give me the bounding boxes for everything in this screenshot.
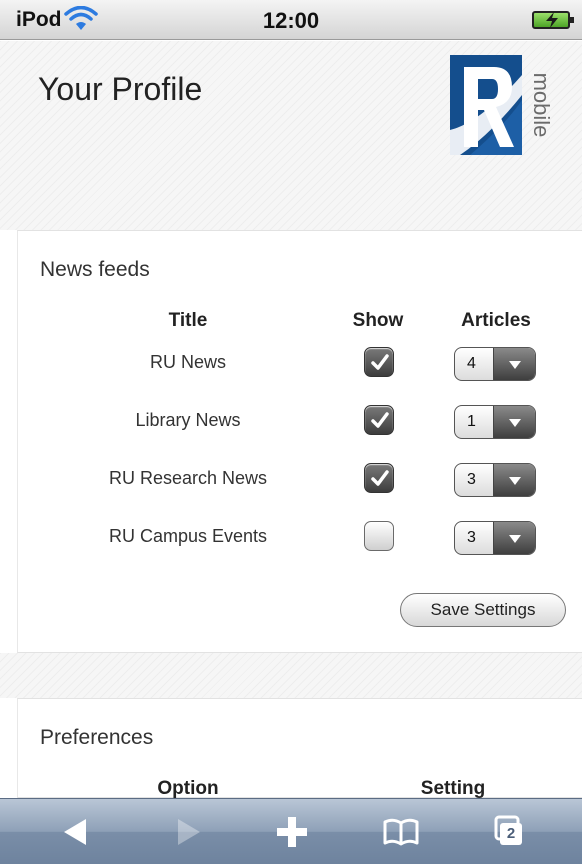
column-header-show: Show — [352, 310, 404, 331]
dropdown-arrow-icon — [493, 464, 535, 496]
section-divider — [0, 653, 582, 698]
forward-arrow-icon — [178, 819, 200, 845]
column-header-option: Option — [157, 778, 219, 799]
column-header-title: Title — [168, 310, 208, 331]
preferences-panel: Preferences Option Setting — [17, 698, 582, 799]
news-feeds-panel: News feeds Title Show Articles RU News 4… — [17, 230, 582, 653]
feed-title: RU News — [149, 352, 226, 372]
preferences-title: Preferences — [40, 726, 154, 749]
add-bookmark-button[interactable] — [272, 814, 312, 850]
feed-title: Library News — [135, 410, 241, 430]
bookmarks-button[interactable] — [381, 814, 421, 850]
page-title: Your Profile — [38, 71, 203, 107]
articles-select[interactable]: 1 — [454, 405, 536, 439]
feed-title: RU Research News — [108, 468, 268, 488]
column-header-articles: Articles — [461, 310, 531, 331]
feed-row: RU Research News 3 — [18, 459, 582, 499]
book-icon — [383, 818, 419, 846]
dropdown-arrow-icon — [493, 522, 535, 554]
battery-icon — [532, 11, 574, 29]
status-time: 12:00 — [262, 8, 320, 33]
charging-bolt-icon — [546, 12, 558, 28]
tab-count-badge: 2 — [500, 823, 522, 845]
forward-button[interactable] — [168, 814, 208, 850]
articles-select-value: 1 — [467, 413, 476, 430]
feed-row: RU News 4 — [18, 343, 582, 383]
show-checkbox-checked[interactable] — [364, 463, 394, 493]
r-mobile-logo[interactable]: mobile — [450, 55, 550, 155]
articles-select-value: 3 — [467, 471, 476, 488]
profile-header: Your Profile mobile — [0, 41, 582, 230]
articles-select[interactable]: 3 — [454, 521, 536, 555]
back-arrow-icon — [64, 819, 86, 845]
logo-text: mobile — [529, 73, 550, 138]
show-checkbox-unchecked[interactable] — [364, 521, 394, 551]
checkmark-icon — [371, 470, 389, 486]
show-checkbox-checked[interactable] — [364, 347, 394, 377]
dropdown-arrow-icon — [493, 348, 535, 380]
feed-title: RU Campus Events — [108, 526, 268, 546]
browser-toolbar: 2 — [0, 798, 582, 864]
articles-select-value: 3 — [467, 529, 476, 546]
column-header-setting: Setting — [420, 778, 486, 799]
back-button[interactable] — [56, 814, 96, 850]
dropdown-arrow-icon — [493, 406, 535, 438]
save-settings-button[interactable]: Save Settings — [400, 593, 566, 627]
articles-select[interactable]: 4 — [454, 347, 536, 381]
articles-select[interactable]: 3 — [454, 463, 536, 497]
checkmark-icon — [371, 354, 389, 370]
articles-select-value: 4 — [467, 355, 476, 372]
checkmark-icon — [371, 412, 389, 428]
news-feeds-title: News feeds — [40, 258, 150, 281]
plus-icon — [277, 817, 307, 847]
status-bar: iPod 12:00 — [0, 0, 582, 40]
feed-row: RU Campus Events 3 — [18, 517, 582, 557]
show-checkbox-checked[interactable] — [364, 405, 394, 435]
pages-button[interactable]: 2 — [490, 814, 530, 850]
feed-row: Library News 1 — [18, 401, 582, 441]
